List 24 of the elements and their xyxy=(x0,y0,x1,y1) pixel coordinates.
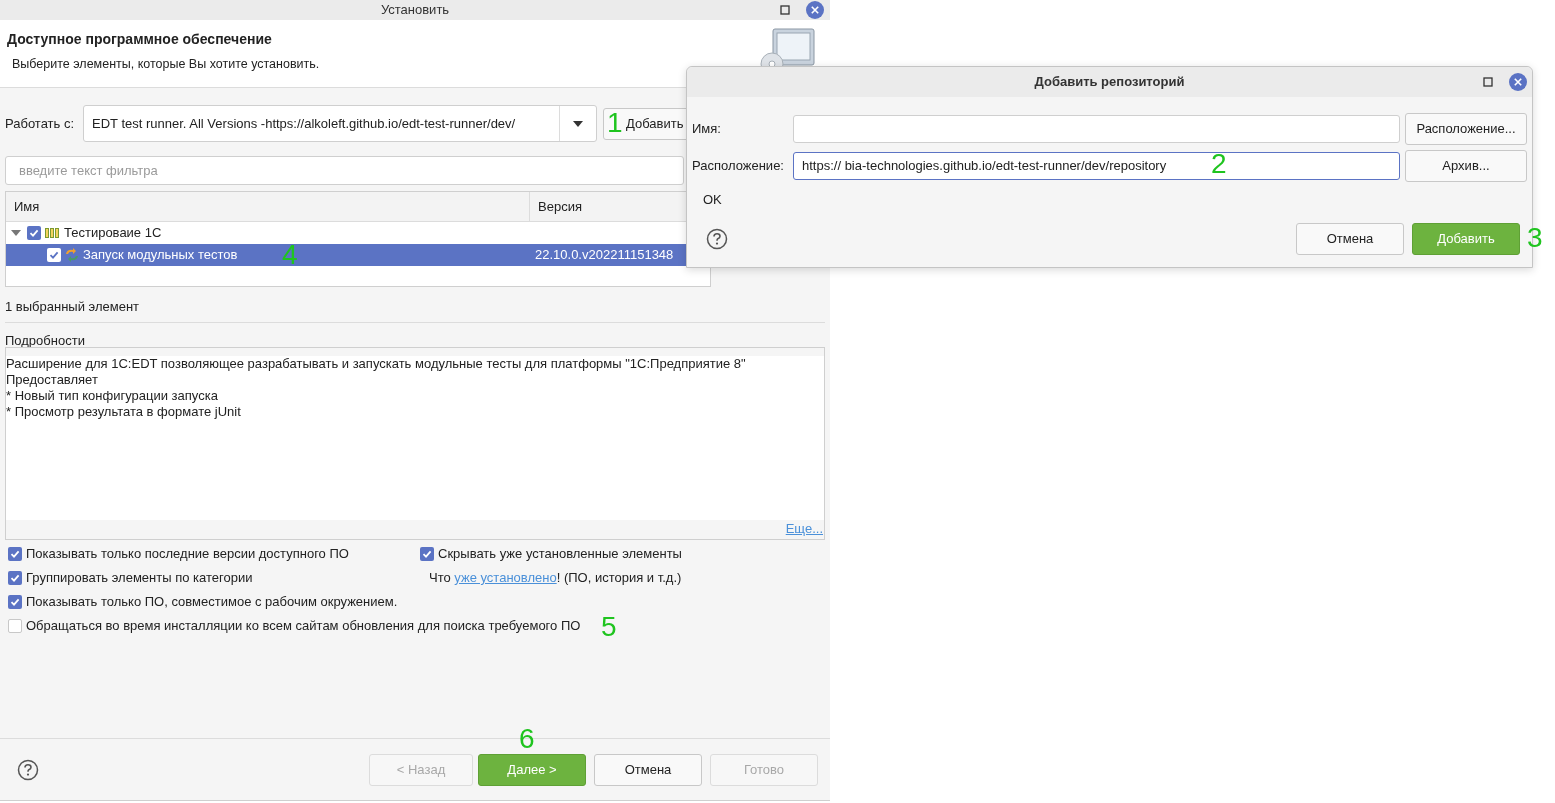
field-label: Имя: xyxy=(692,119,722,138)
annotation-number: 5 xyxy=(601,612,617,642)
details-text: * Просмотр результата в формате jUnit xyxy=(6,404,242,420)
selection-count: 1 выбранный элемент xyxy=(5,298,141,313)
details-text: * Новый тип конфигурации запуска xyxy=(6,388,219,404)
page-subtitle: Выберите элементы, которые Вы хотите установить. xyxy=(12,56,321,73)
annotation-number: 3 xyxy=(1527,223,1543,253)
version-text: 22.10.0.v202211151348 xyxy=(534,246,674,265)
field-label: Расположение: xyxy=(692,156,785,175)
tree-item-label: Запуск модульных тестов xyxy=(83,246,238,265)
dialog-title: Добавить репозиторий xyxy=(1034,73,1185,92)
annotation-number: 2 xyxy=(1211,148,1227,179)
combo-value: EDT test runner. All Versions -https://alkoleft.github.io/edt-test-runner/dev/ xyxy=(91,114,517,133)
tree-item-label: Тестироваие 1С xyxy=(64,224,162,243)
details-text: Расширение для 1С:EDT позволяющее разрабатывать и запускать модульные тесты для платформы "1С:Предприятие 8" xyxy=(6,356,747,372)
field-label: Работать с: xyxy=(5,114,76,133)
window-title: Установить xyxy=(380,1,450,20)
page-title: Доступное программное обеспечение xyxy=(7,30,273,48)
section-label: Подробности xyxy=(5,332,86,347)
annotation-number: 6 xyxy=(519,724,535,754)
annotation-number: 1 xyxy=(607,108,623,138)
installed-note: Что уже установлено! (ПО, история и т.д.) xyxy=(428,569,683,587)
details-text: Предоставляет xyxy=(6,372,99,388)
status-text: OK xyxy=(702,191,723,206)
